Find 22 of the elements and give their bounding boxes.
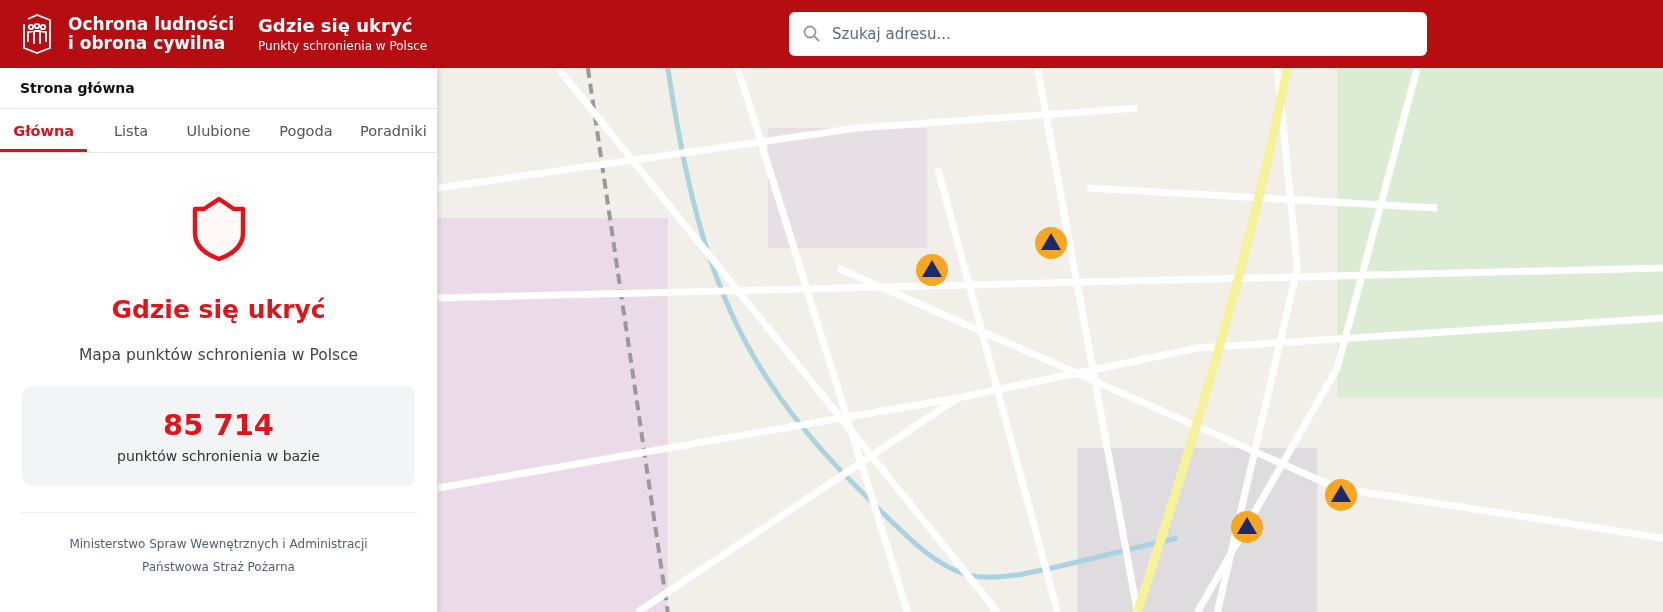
description: Mapa punktów schronienia w Polsce — [78, 346, 359, 364]
logo-icon — [20, 14, 54, 54]
shelter-marker-icon[interactable] — [914, 253, 949, 288]
shelter-count-label: punktów schronienia w bazie — [117, 448, 320, 464]
heading: Gdzie się ukryć — [111, 295, 326, 324]
organization-name: Państwowa Straż Pożarna — [141, 559, 296, 576]
tab[interactable]: Ulubione — [174, 109, 263, 152]
shelter-marker-icon[interactable] — [1323, 478, 1358, 513]
app-subtitle: Punkty schronienia w Polsce — [258, 39, 428, 53]
app-title: Gdzie się ukryć — [258, 15, 414, 36]
shelter-count: 85 714 — [163, 408, 274, 442]
search-field[interactable]: Szukaj adresu... — [789, 12, 1427, 56]
tab[interactable]: Poradniki — [349, 109, 438, 152]
brand-name: i obrona cywilna — [68, 34, 227, 53]
shelter-marker-icon[interactable] — [1229, 510, 1264, 545]
brand-name: Ochrona ludności — [68, 15, 235, 34]
tab[interactable]: Lista — [87, 109, 175, 152]
tab[interactable]: Pogoda — [262, 109, 350, 152]
shelter-marker-icon[interactable] — [1033, 226, 1068, 261]
breadcrumb: Strona główna — [0, 68, 437, 109]
organization-name: Ministerstwo Spraw Wewnętrznych i Administracji — [68, 536, 369, 553]
tab[interactable]: Główna — [0, 109, 88, 152]
